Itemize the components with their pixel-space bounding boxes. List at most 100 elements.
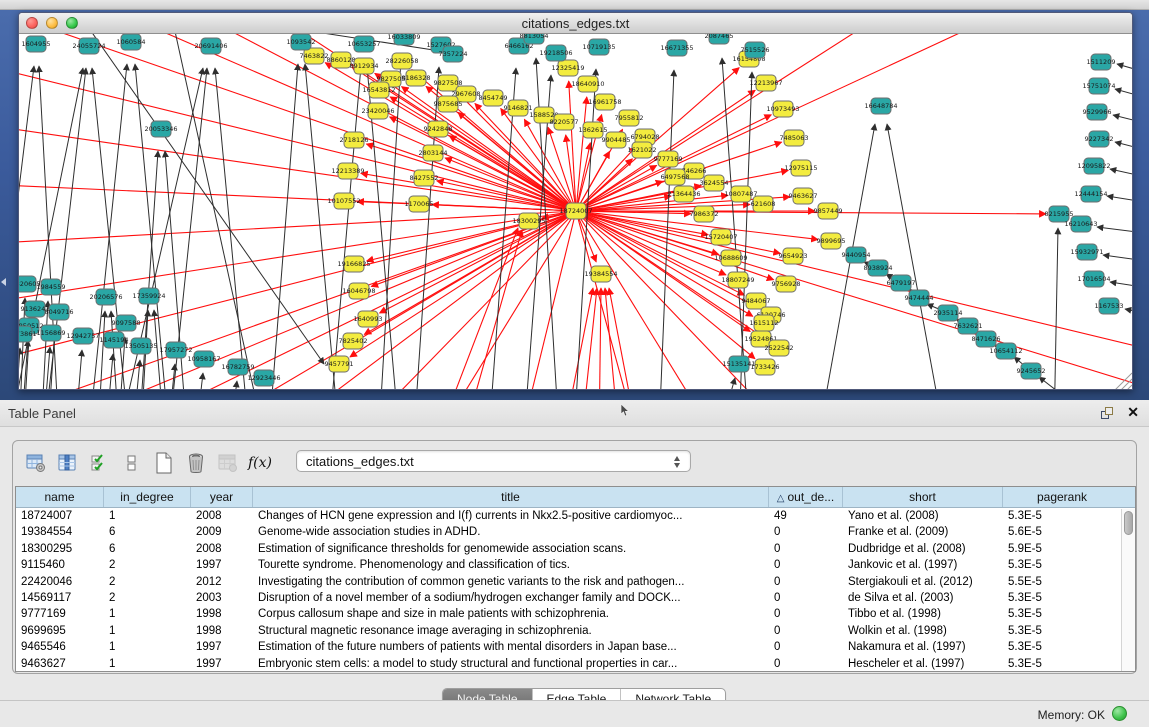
graph-node[interactable]: 1604955 bbox=[22, 36, 51, 52]
column-header-name[interactable]: name bbox=[16, 487, 104, 507]
graph-node[interactable]: 2522542 bbox=[765, 340, 794, 356]
graph-node[interactable]: 1511209 bbox=[1087, 54, 1116, 70]
graph-node[interactable]: 9463627 bbox=[789, 188, 818, 204]
scrollbar-thumb[interactable] bbox=[1124, 511, 1133, 535]
table-row[interactable]: 1938455462009Genome-wide association stu… bbox=[16, 524, 1135, 540]
graph-node[interactable]: 9777169 bbox=[654, 151, 683, 167]
select-columns-button[interactable] bbox=[55, 450, 81, 476]
graph-node[interactable]: 2935114 bbox=[934, 305, 963, 321]
graph-node[interactable]: 10107552 bbox=[327, 193, 360, 209]
memory-ok-indicator[interactable] bbox=[1112, 706, 1127, 721]
table-select-dropdown[interactable]: citations_edges.txt bbox=[296, 450, 691, 472]
graph-node[interactable]: 9242848 bbox=[424, 121, 453, 137]
graph-node[interactable]: 10688609 bbox=[714, 250, 747, 266]
table-row[interactable]: 1456911722003Disruption of a novel membe… bbox=[16, 590, 1135, 606]
graph-node[interactable]: 2718126 bbox=[340, 132, 369, 148]
graph-node[interactable]: 8912934 bbox=[350, 58, 379, 74]
graph-node[interactable]: 15751074 bbox=[1082, 78, 1115, 94]
function-builder-button[interactable]: f(x) bbox=[247, 450, 273, 476]
vertical-scrollbar[interactable] bbox=[1121, 509, 1135, 672]
graph-node[interactable]: 1156869 bbox=[37, 325, 66, 341]
graph-node[interactable]: 15720407 bbox=[704, 229, 737, 245]
graph-node[interactable]: 12213967 bbox=[749, 75, 782, 91]
graph-node[interactable]: 621608 bbox=[751, 196, 776, 212]
graph-node[interactable]: 12444154 bbox=[1074, 186, 1107, 202]
node-table[interactable]: namein_degreeyeartitle△out_de...shortpag… bbox=[15, 486, 1136, 672]
table-settings-button[interactable] bbox=[23, 450, 49, 476]
graph-node[interactable]: 1640993 bbox=[354, 311, 383, 327]
graph-node[interactable]: 9875685 bbox=[434, 96, 463, 112]
graph-node[interactable]: 12975115 bbox=[784, 160, 817, 176]
column-header-pagerank[interactable]: pagerank bbox=[1003, 487, 1121, 507]
graph-node[interactable]: 9529966 bbox=[1083, 104, 1112, 120]
graph-node[interactable]: 1615112 bbox=[750, 315, 779, 331]
graph-node[interactable]: 20053346 bbox=[144, 121, 177, 137]
float-panel-icon[interactable] bbox=[1101, 407, 1115, 420]
graph-node[interactable]: 19384554 bbox=[584, 266, 617, 282]
graph-node[interactable]: 8220577 bbox=[550, 114, 579, 130]
graph-node[interactable]: 16671355 bbox=[660, 40, 693, 56]
network-frame-titlebar[interactable]: citations_edges.txt bbox=[19, 13, 1132, 34]
graph-node[interactable]: 15932971 bbox=[1070, 244, 1103, 260]
select-all-button[interactable] bbox=[87, 450, 113, 476]
graph-node[interactable]: 9899695 bbox=[817, 233, 846, 249]
graph-node[interactable]: 20691406 bbox=[194, 38, 227, 54]
graph-node[interactable]: 12325419 bbox=[551, 60, 584, 76]
collapse-panel-arrow-icon[interactable] bbox=[1, 278, 6, 286]
graph-node[interactable]: 8471626 bbox=[972, 331, 1001, 347]
import-table-button[interactable] bbox=[215, 450, 241, 476]
graph-node[interactable]: 10719135 bbox=[582, 39, 615, 55]
graph-node[interactable]: 10653257 bbox=[347, 36, 380, 52]
graph-node[interactable]: 9097588 bbox=[112, 315, 141, 331]
graph-node[interactable]: 24055724 bbox=[72, 38, 105, 54]
graph-node[interactable]: 17359924 bbox=[132, 288, 165, 304]
table-row[interactable]: 1830029562008Estimation of significance … bbox=[16, 541, 1135, 557]
graph-node[interactable]: 9904485 bbox=[602, 132, 631, 148]
column-header-year[interactable]: year bbox=[191, 487, 253, 507]
minimize-window-icon[interactable] bbox=[46, 17, 58, 29]
graph-node[interactable]: 9245652 bbox=[1017, 363, 1046, 379]
graph-node[interactable]: 9440954 bbox=[842, 247, 871, 263]
graph-node[interactable]: 7357224 bbox=[439, 46, 468, 62]
graph-node[interactable]: 9146821 bbox=[504, 100, 533, 116]
graph-node[interactable]: 7515526 bbox=[741, 42, 770, 58]
close-panel-icon[interactable]: ✕ bbox=[1127, 404, 1139, 421]
graph-node[interactable]: 1060584 bbox=[117, 34, 146, 50]
table-row[interactable]: 946554611997Estimation of the future num… bbox=[16, 639, 1135, 655]
graph-node[interactable]: 8049716 bbox=[45, 304, 74, 320]
close-window-icon[interactable] bbox=[26, 17, 38, 29]
graph-node[interactable]: 19218506 bbox=[539, 45, 572, 61]
graph-node[interactable]: 1621022 bbox=[628, 142, 657, 158]
graph-node[interactable]: 1167533 bbox=[1095, 298, 1124, 314]
graph-node[interactable]: 8186328 bbox=[402, 70, 431, 86]
table-row[interactable]: 1872400712008Changes of HCN gene express… bbox=[16, 508, 1135, 524]
graph-node[interactable]: 13505135 bbox=[124, 338, 157, 354]
graph-node[interactable]: 9654923 bbox=[779, 248, 808, 264]
column-header-out-de-[interactable]: △out_de... bbox=[769, 487, 843, 507]
table-row[interactable]: 2242004622012Investigating the contribut… bbox=[16, 574, 1135, 590]
network-canvas[interactable]: 1872400718300295193845547463822886012889… bbox=[19, 34, 1132, 390]
graph-node[interactable]: 23420046 bbox=[361, 103, 394, 119]
new-table-button[interactable] bbox=[151, 450, 177, 476]
graph-node[interactable]: 17016504 bbox=[1077, 271, 1110, 287]
graph-node[interactable]: 3624554 bbox=[700, 175, 729, 191]
graph-node[interactable]: 12095822 bbox=[1077, 158, 1110, 174]
graph-node[interactable]: 16648784 bbox=[864, 98, 897, 114]
graph-node[interactable]: 1170065 bbox=[405, 196, 434, 212]
graph-node[interactable]: 20206576 bbox=[89, 289, 122, 305]
column-header-short[interactable]: short bbox=[843, 487, 1003, 507]
graph-node[interactable]: 7825402 bbox=[339, 333, 368, 349]
graph-node[interactable]: 9227342 bbox=[1085, 131, 1114, 147]
network-graph[interactable]: 1872400718300295193845547463822886012889… bbox=[19, 34, 1132, 390]
graph-node[interactable]: 7955812 bbox=[615, 110, 644, 126]
graph-node[interactable]: 6497568 bbox=[661, 169, 690, 185]
table-row[interactable]: 911546021997Tourette syndrome. Phenomeno… bbox=[16, 557, 1135, 573]
column-header-in-degree[interactable]: in_degree bbox=[104, 487, 191, 507]
graph-node[interactable]: 10973493 bbox=[766, 101, 799, 117]
graph-node[interactable]: 7986372 bbox=[690, 206, 719, 222]
graph-node[interactable]: 8938924 bbox=[864, 260, 893, 276]
graph-node[interactable]: 2803144 bbox=[419, 145, 448, 161]
graph-node[interactable]: 9756928 bbox=[772, 276, 801, 292]
graph-node[interactable]: 9457791 bbox=[325, 356, 354, 372]
graph-node[interactable]: 9474444 bbox=[905, 290, 934, 306]
